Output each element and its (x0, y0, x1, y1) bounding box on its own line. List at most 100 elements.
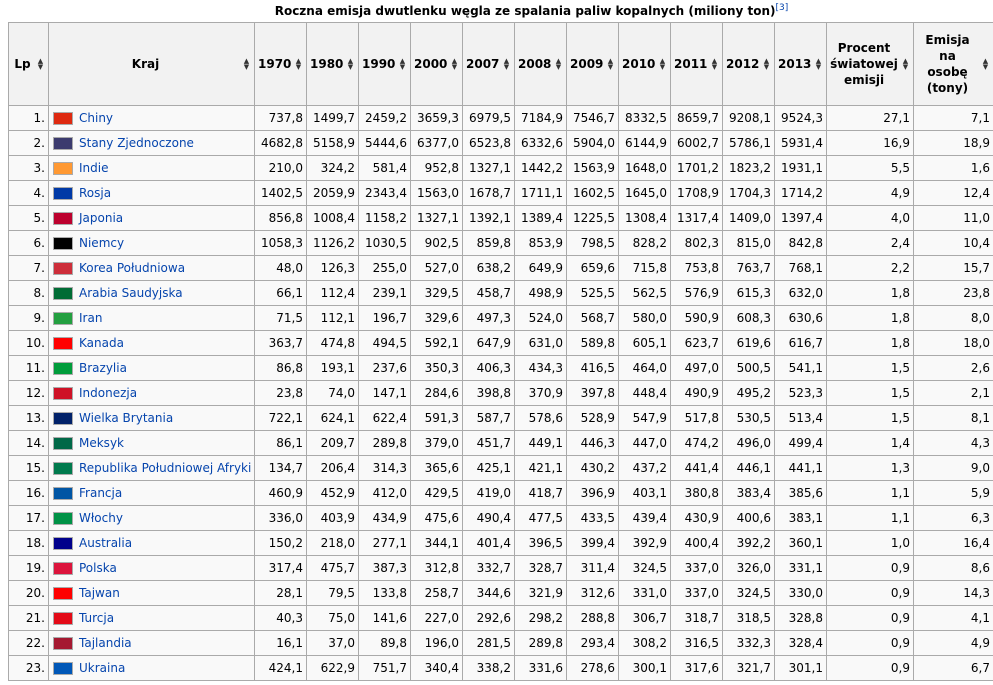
sort-arrows-icon[interactable]: ▲ ▼ (243, 58, 250, 71)
percent-cell: 2,2 (826, 255, 914, 281)
rank-cell: 6. (8, 230, 49, 256)
emission-value-cell: 477,5 (514, 505, 567, 531)
country-link[interactable]: Chiny (79, 111, 113, 125)
country-link[interactable]: Stany Zjednoczone (79, 136, 194, 150)
country-link[interactable]: Australia (79, 536, 132, 550)
flag-icon[interactable] (53, 587, 73, 600)
sort-arrows-icon[interactable]: ▲ ▼ (763, 58, 770, 71)
percent-cell: 1,8 (826, 330, 914, 356)
flag-icon[interactable] (53, 462, 73, 475)
country-link[interactable]: Turcja (79, 611, 114, 625)
emission-value-cell: 715,8 (618, 255, 671, 281)
emission-value-cell: 1563,0 (410, 180, 463, 206)
emission-value-cell: 751,7 (358, 655, 411, 681)
country-link[interactable]: Brazylia (79, 361, 127, 375)
country-link[interactable]: Indie (79, 161, 108, 175)
header-year[interactable]: 2009 ▲ ▼ (566, 22, 619, 106)
sort-arrows-icon[interactable]: ▲ ▼ (37, 58, 44, 71)
flag-icon[interactable] (53, 112, 73, 125)
country-link[interactable]: Tajwan (79, 586, 120, 600)
flag-icon[interactable] (53, 287, 73, 300)
country-link[interactable]: Meksyk (79, 436, 124, 450)
emission-value-cell: 396,5 (514, 530, 567, 556)
flag-icon[interactable] (53, 137, 73, 150)
table-row: 1. Chiny 737,8 1499,7 2459,2 3659,3 6979,5 7184… (8, 105, 993, 131)
country-link[interactable]: Niemcy (79, 236, 124, 250)
emission-value-cell: 3659,3 (410, 105, 463, 131)
flag-icon[interactable] (53, 262, 73, 275)
rank-cell: 17. (8, 505, 49, 531)
flag-icon[interactable] (53, 662, 73, 675)
sort-arrows-icon[interactable]: ▲ ▼ (347, 58, 354, 71)
header-year[interactable]: 2008 ▲ ▼ (514, 22, 567, 106)
header-year[interactable]: 2012 ▲ ▼ (722, 22, 775, 106)
country-link[interactable]: Japonia (79, 211, 123, 225)
table-row: 14. Meksyk 86,1 209,7 289,8 379,0 451,7 449,1 44… (8, 430, 993, 456)
flag-icon[interactable] (53, 537, 73, 550)
sort-arrows-icon[interactable]: ▲ ▼ (295, 58, 302, 71)
flag-icon[interactable] (53, 512, 73, 525)
header-per-capita[interactable]: Emisja na osobę (tony) ▲ ▼ (913, 22, 993, 106)
per-capita-cell: 8,6 (913, 555, 993, 581)
rank-cell: 21. (8, 605, 49, 631)
sort-arrows-icon[interactable]: ▲ ▼ (815, 58, 822, 71)
flag-icon[interactable] (53, 362, 73, 375)
flag-icon[interactable] (53, 237, 73, 250)
country-link[interactable]: Rosja (79, 186, 111, 200)
flag-icon[interactable] (53, 162, 73, 175)
country-link[interactable]: Republika Południowej Afryki (79, 461, 251, 475)
emission-value-cell: 447,0 (618, 430, 671, 456)
reference-link[interactable]: [3] (776, 3, 789, 13)
per-capita-cell: 23,8 (913, 280, 993, 306)
flag-icon[interactable] (53, 187, 73, 200)
header-year[interactable]: 1980 ▲ ▼ (306, 22, 359, 106)
country-link[interactable]: Wielka Brytania (79, 411, 173, 425)
country-link[interactable]: Indonezja (79, 386, 137, 400)
header-lp[interactable]: Lp ▲ ▼ (8, 22, 49, 106)
flag-icon[interactable] (53, 612, 73, 625)
emission-value-cell: 392,9 (618, 530, 671, 556)
flag-icon[interactable] (53, 337, 73, 350)
header-year[interactable]: 2000 ▲ ▼ (410, 22, 463, 106)
country-link[interactable]: Arabia Saudyjska (79, 286, 183, 300)
flag-icon[interactable] (53, 562, 73, 575)
flag-icon[interactable] (53, 387, 73, 400)
flag-icon[interactable] (53, 412, 73, 425)
table-row: 20. Tajwan 28,1 79,5 133,8 258,7 344,6 321,9 312… (8, 580, 993, 606)
flag-icon[interactable] (53, 212, 73, 225)
emission-value-cell: 209,7 (306, 430, 359, 456)
sort-arrows-icon[interactable]: ▲ ▼ (982, 58, 989, 71)
sort-arrows-icon[interactable]: ▲ ▼ (711, 58, 718, 71)
flag-icon[interactable] (53, 637, 73, 650)
sort-arrows-icon[interactable]: ▲ ▼ (607, 58, 614, 71)
emission-value-cell: 616,7 (774, 330, 827, 356)
flag-icon[interactable] (53, 437, 73, 450)
sort-arrows-icon[interactable]: ▲ ▼ (451, 58, 458, 71)
header-year[interactable]: 1970 ▲ ▼ (254, 22, 307, 106)
header-year[interactable]: 1990 ▲ ▼ (358, 22, 411, 106)
country-link[interactable]: Kanada (79, 336, 124, 350)
sort-arrows-icon[interactable]: ▲ ▼ (399, 58, 406, 71)
country-link[interactable]: Iran (79, 311, 102, 325)
sort-arrows-icon[interactable]: ▲ ▼ (555, 58, 562, 71)
emission-value-cell: 48,0 (254, 255, 307, 281)
country-link[interactable]: Francja (79, 486, 122, 500)
header-year[interactable]: 2007 ▲ ▼ (462, 22, 515, 106)
country-link[interactable]: Ukraina (79, 661, 125, 675)
sort-arrows-icon[interactable]: ▲ ▼ (503, 58, 510, 71)
country-link[interactable]: Tajlandia (79, 636, 132, 650)
header-year[interactable]: 2011 ▲ ▼ (670, 22, 723, 106)
header-year[interactable]: 2010 ▲ ▼ (618, 22, 671, 106)
flag-icon[interactable] (53, 312, 73, 325)
country-link[interactable]: Polska (79, 561, 117, 575)
sort-arrows-icon[interactable]: ▲ ▼ (902, 58, 909, 71)
flag-icon[interactable] (53, 487, 73, 500)
emission-value-cell: 406,3 (462, 355, 515, 381)
header-percent[interactable]: Procent światowej emisji ▲ ▼ (826, 22, 914, 106)
header-kraj[interactable]: Kraj ▲ ▼ (48, 22, 255, 106)
country-link[interactable]: Włochy (79, 511, 123, 525)
sort-arrows-icon[interactable]: ▲ ▼ (659, 58, 666, 71)
header-year[interactable]: 2013 ▲ ▼ (774, 22, 827, 106)
emission-value-cell: 289,8 (358, 430, 411, 456)
country-link[interactable]: Korea Południowa (79, 261, 185, 275)
